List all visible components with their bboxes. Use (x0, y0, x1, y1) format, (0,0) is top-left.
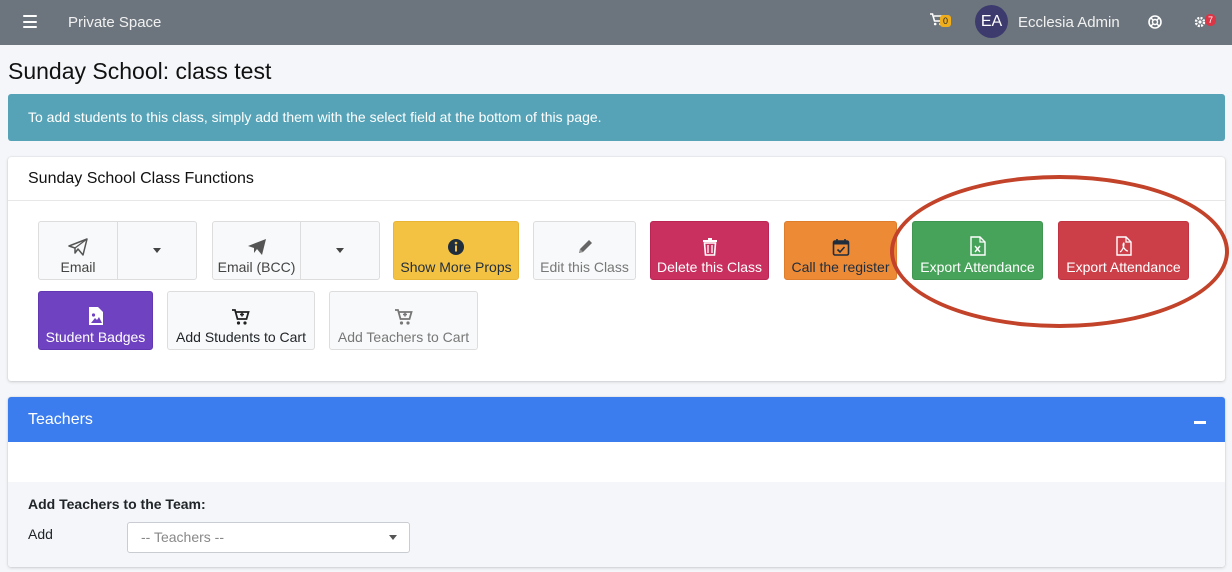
caret-down-icon (153, 248, 161, 253)
email-bcc-dropdown-toggle[interactable] (300, 221, 380, 280)
user-name[interactable]: Ecclesia Admin (1018, 14, 1120, 31)
file-pdf-icon (1115, 236, 1132, 256)
call-register-label: Call the register (791, 259, 890, 275)
info-circle-icon (448, 239, 464, 255)
export-attendance-pdf-button[interactable]: Export Attendance (1058, 221, 1189, 280)
collapse-minus-icon[interactable] (1194, 421, 1206, 424)
cart-button[interactable]: 0 (930, 13, 952, 27)
teachers-header: Teachers (8, 397, 1225, 442)
cart-plus-icon (394, 309, 413, 325)
cart-plus-icon (232, 309, 250, 325)
export-attendance-pdf-label: Export Attendance (1066, 259, 1181, 275)
delete-class-button[interactable]: Delete this Class (650, 221, 769, 280)
add-students-cart-label: Add Students to Cart (176, 329, 306, 345)
top-navbar: Private Space 0 EA Ecclesia Admin 7 (0, 0, 1232, 45)
student-badges-label: Student Badges (45, 329, 146, 345)
add-label: Add (28, 526, 53, 542)
teachers-select[interactable]: -- Teachers -- (127, 522, 410, 553)
space-title[interactable]: Private Space (68, 14, 161, 31)
class-functions-card: Sunday School Class Functions Email Emai… (8, 157, 1225, 381)
cart-count-badge: 0 (940, 15, 952, 27)
edit-class-label: Edit this Class (540, 259, 629, 275)
email-bcc-label: Email (BCC) (217, 259, 296, 275)
export-attendance-excel-button[interactable]: Export Attendance (912, 221, 1043, 280)
teachers-card: Teachers Add Teachers to the Team: Add -… (8, 397, 1225, 567)
add-teachers-cart-label: Add Teachers to Cart (337, 329, 470, 345)
avatar[interactable]: EA (975, 5, 1008, 38)
add-teachers-title: Add Teachers to the Team: (28, 496, 206, 512)
email-bcc-button[interactable]: Email (BCC) (212, 221, 301, 280)
class-functions-header: Sunday School Class Functions (8, 157, 1225, 201)
delete-class-label: Delete this Class (656, 259, 763, 275)
help-lifebuoy-icon[interactable] (1148, 15, 1162, 34)
email-dropdown-toggle[interactable] (117, 221, 197, 280)
chevron-down-icon (389, 535, 397, 540)
export-attendance-excel-label: Export Attendance (920, 259, 1035, 275)
email-button[interactable]: Email (38, 221, 118, 280)
pencil-icon (578, 240, 592, 253)
add-students-cart-button[interactable]: Add Students to Cart (167, 291, 315, 350)
trash-icon (702, 238, 717, 256)
teachers-select-placeholder: -- Teachers -- (141, 529, 224, 545)
show-more-props-button[interactable]: Show More Props (393, 221, 519, 280)
show-more-props-label: Show More Props (400, 259, 512, 275)
image-file-icon (88, 307, 103, 325)
page-title: Sunday School: class test (8, 58, 272, 84)
email-label: Email (60, 259, 96, 275)
info-banner: To add students to this class, simply ad… (8, 94, 1225, 141)
file-excel-icon (969, 236, 986, 256)
menu-icon[interactable] (23, 15, 37, 28)
paper-plane-outline-icon (68, 238, 88, 256)
add-teachers-cart-button[interactable]: Add Teachers to Cart (329, 291, 478, 350)
teachers-title: Teachers (28, 411, 93, 428)
add-teachers-section: Add Teachers to the Team: Add -- Teacher… (8, 482, 1225, 567)
caret-down-icon (336, 248, 344, 253)
call-register-button[interactable]: Call the register (784, 221, 897, 280)
calendar-check-icon (832, 239, 849, 256)
notifications-badge: 7 (1205, 14, 1217, 26)
student-badges-button[interactable]: Student Badges (38, 291, 153, 350)
edit-class-button[interactable]: Edit this Class (533, 221, 636, 280)
paper-plane-icon (247, 239, 266, 255)
